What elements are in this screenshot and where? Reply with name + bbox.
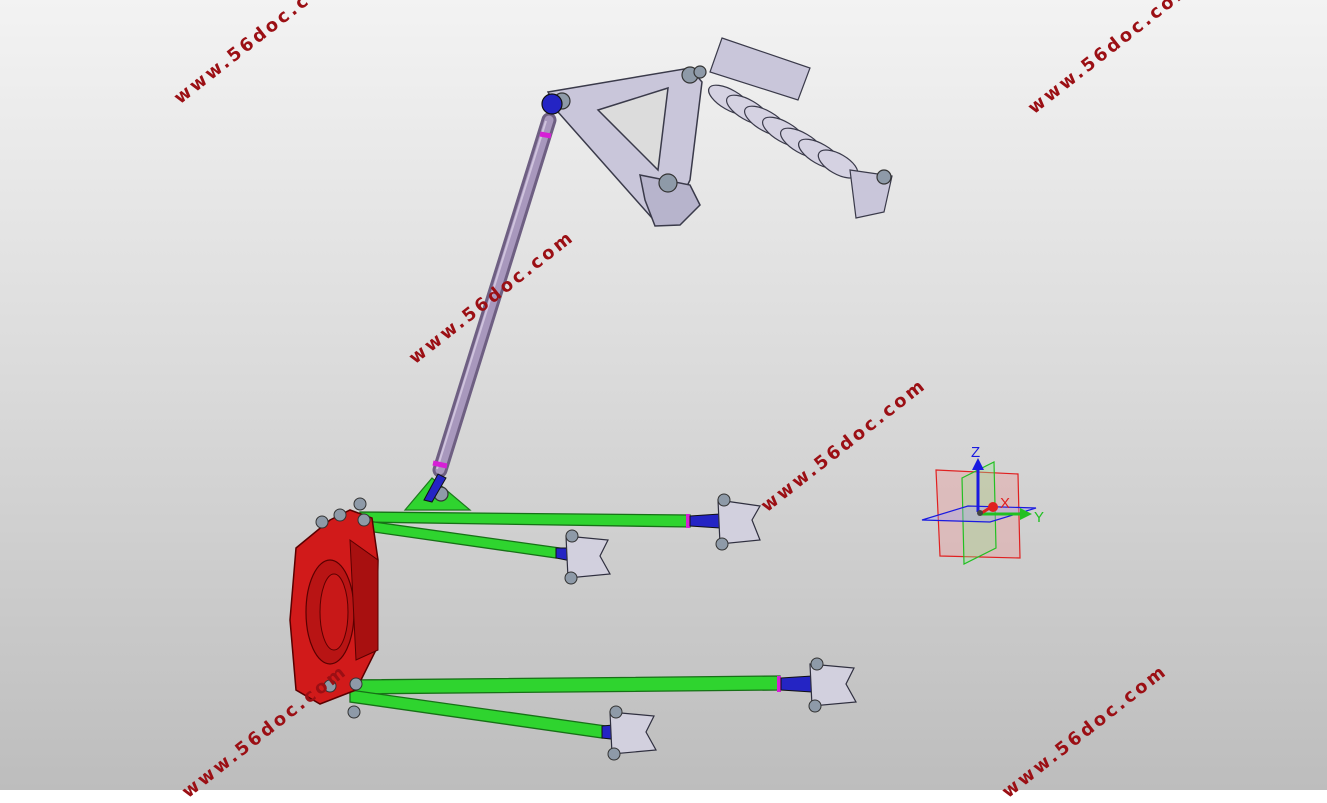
chassis-bracket-lower-front[interactable] — [607, 705, 657, 761]
3d-viewport[interactable]: Z X Y www.56doc.com www.56doc.com www.56… — [0, 0, 1327, 803]
suspension-assembly-model[interactable]: Z X Y — [0, 0, 1327, 790]
rocker-bellcrank[interactable] — [541, 66, 703, 227]
lower-control-arm[interactable] — [349, 675, 825, 741]
upper-control-arm[interactable] — [359, 511, 731, 563]
chassis-bracket-upper-rear[interactable] — [715, 493, 761, 551]
coordinate-triad[interactable]: Z X Y — [921, 444, 1044, 565]
chassis-bracket-lower-rear[interactable] — [808, 657, 857, 713]
chassis-bracket-upper-front[interactable] — [564, 529, 611, 585]
x-axis-label: X — [1000, 495, 1010, 512]
y-axis-label: Y — [1034, 509, 1044, 526]
z-axis-label: Z — [971, 444, 980, 461]
coilover-damper[interactable] — [693, 37, 893, 219]
pushrod-mount-bracket[interactable] — [403, 473, 472, 511]
